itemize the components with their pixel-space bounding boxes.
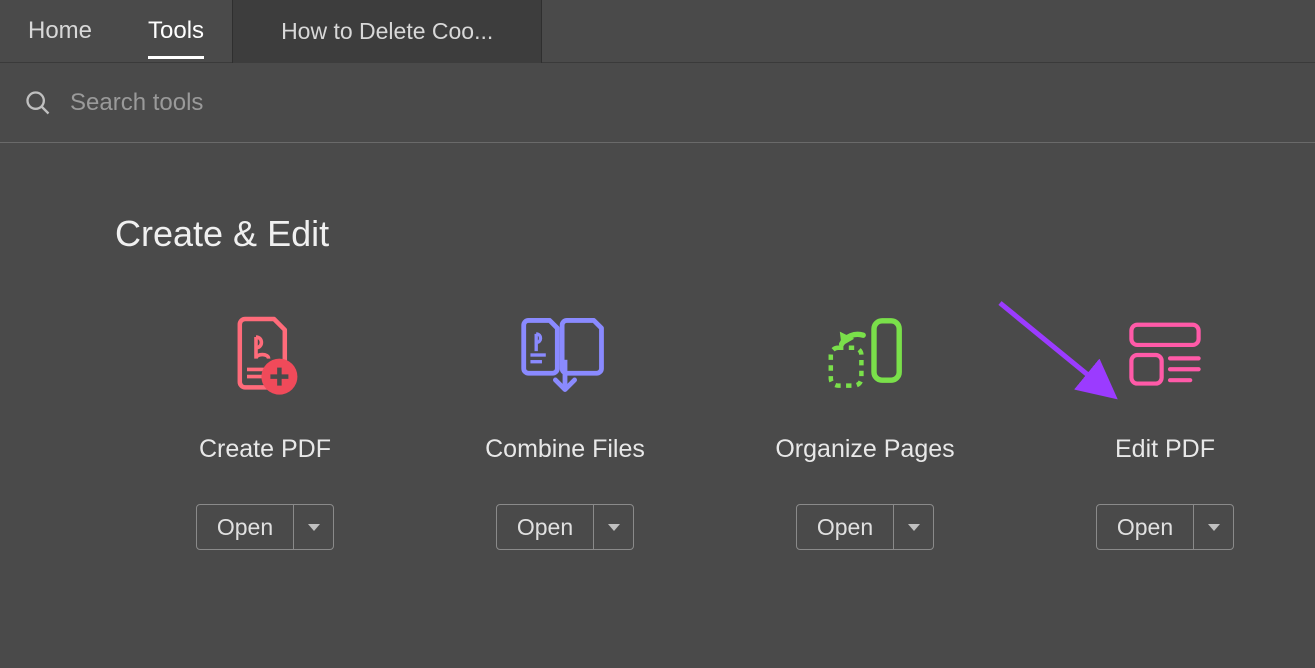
- document-tab[interactable]: How to Delete Coo...: [232, 0, 542, 63]
- tools-tab[interactable]: Tools: [120, 0, 232, 63]
- open-dropdown[interactable]: [293, 505, 333, 549]
- search-input[interactable]: [70, 89, 1291, 117]
- open-button[interactable]: Open: [497, 505, 593, 549]
- tool-name: Combine Files: [485, 435, 645, 464]
- tool-edit-pdf[interactable]: Edit PDF Open: [1015, 305, 1315, 550]
- tool-name: Organize Pages: [775, 435, 954, 464]
- tools-grid: Create PDF Open Combine: [115, 305, 1315, 550]
- open-button[interactable]: Open: [197, 505, 293, 549]
- chevron-down-icon: [308, 524, 320, 531]
- open-dropdown[interactable]: [593, 505, 633, 549]
- edit-pdf-icon: [1115, 305, 1215, 405]
- tool-name: Edit PDF: [1115, 435, 1215, 464]
- chevron-down-icon: [608, 524, 620, 531]
- home-tab[interactable]: Home: [0, 0, 120, 63]
- search-bar: [0, 63, 1315, 143]
- open-button-group: Open: [1096, 504, 1234, 550]
- open-button[interactable]: Open: [797, 505, 893, 549]
- tab-bar: Home Tools How to Delete Coo...: [0, 0, 1315, 63]
- open-dropdown[interactable]: [1193, 505, 1233, 549]
- create-pdf-icon: [215, 305, 315, 405]
- open-button-group: Open: [796, 504, 934, 550]
- tool-combine-files[interactable]: Combine Files Open: [415, 305, 715, 550]
- combine-files-icon: [515, 305, 615, 405]
- chevron-down-icon: [908, 524, 920, 531]
- open-dropdown[interactable]: [893, 505, 933, 549]
- content-area: Create & Edit Create PDF Open: [0, 143, 1315, 550]
- open-button-group: Open: [196, 504, 334, 550]
- section-title: Create & Edit: [115, 213, 1315, 255]
- open-button-group: Open: [496, 504, 634, 550]
- tool-organize-pages[interactable]: Organize Pages Open: [715, 305, 1015, 550]
- tool-name: Create PDF: [199, 435, 331, 464]
- search-icon: [24, 89, 52, 117]
- open-button[interactable]: Open: [1097, 505, 1193, 549]
- tool-create-pdf[interactable]: Create PDF Open: [115, 305, 415, 550]
- organize-pages-icon: [815, 305, 915, 405]
- chevron-down-icon: [1208, 524, 1220, 531]
